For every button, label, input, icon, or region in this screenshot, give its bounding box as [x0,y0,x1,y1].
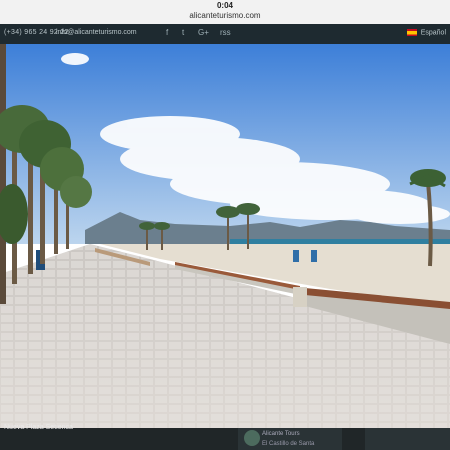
bin-far [293,250,299,262]
contact-email[interactable]: info@alicanteturismo.com [56,29,137,36]
facebook-icon[interactable]: f [166,28,168,37]
twitter-icon[interactable]: t [182,28,184,37]
footer-panel-title: Alicante Tours [262,431,300,437]
wall-post [293,287,307,307]
beach-promenade-image [0,44,450,428]
language-label: Español [420,29,446,37]
spain-flag-icon [406,29,417,36]
bin-far-2 [311,250,317,262]
language-selector[interactable]: Español [406,29,446,37]
footer-caption[interactable]: Nueva Plaza Setienca [4,424,73,431]
status-time: 0:04 [216,1,233,10]
site-footer-strip: Nueva Plaza Setienca Alicante Tours El C… [0,424,450,450]
google-plus-icon[interactable]: G+ [198,28,209,37]
browser-status-bar: 0:04 alicanteturismo.com [0,0,450,24]
tour-thumbnail-icon [244,430,260,446]
footer-panel-subtitle: El Castillo de Santa [262,441,315,447]
address-bar-url[interactable]: alicanteturismo.com [0,11,450,20]
footer-panel-right[interactable] [365,428,450,450]
hero-photo [0,44,450,428]
site-top-bar: (+34) 965 24 92 22 info@alicanteturismo.… [0,24,450,44]
rss-icon[interactable]: rss [220,28,231,37]
